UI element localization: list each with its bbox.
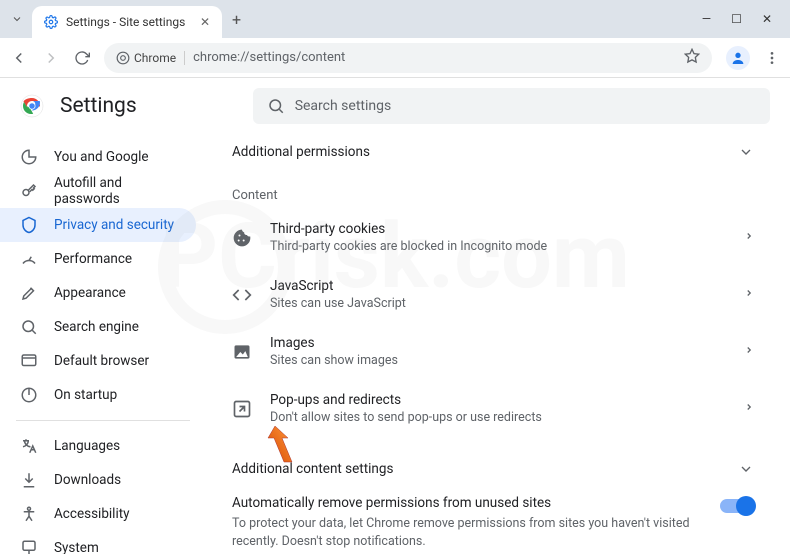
row-javascript[interactable]: JavaScript Sites can use JavaScript: [218, 266, 768, 323]
sidebar-label: On startup: [54, 387, 117, 403]
sidebar-item-you-and-google[interactable]: You and Google: [0, 140, 196, 174]
search-settings-input[interactable]: Search settings: [253, 88, 770, 124]
popup-icon: [232, 399, 252, 419]
sidebar-label: System: [54, 540, 99, 554]
sidebar-item-search-engine[interactable]: Search engine: [0, 310, 196, 344]
sidebar-label: Search engine: [54, 319, 139, 335]
search-placeholder: Search settings: [295, 98, 392, 114]
sidebar-item-on-startup[interactable]: On startup: [0, 378, 196, 412]
row-title: Pop-ups and redirects: [270, 392, 726, 408]
sidebar-item-performance[interactable]: Performance: [0, 242, 196, 276]
sidebar-label: You and Google: [54, 149, 149, 165]
menu-icon[interactable]: [764, 50, 780, 66]
sidebar-item-accessibility[interactable]: Accessibility: [0, 497, 196, 531]
chevron-right-icon: [744, 285, 754, 304]
chevron-down-icon: [738, 461, 754, 477]
site-chip: Chrome: [116, 51, 185, 65]
sidebar-label: Languages: [54, 438, 120, 454]
row-title: Images: [270, 335, 726, 351]
row-subtitle: Third-party cookies are blocked in Incog…: [270, 239, 726, 254]
content-area[interactable]: Additional permissions Content Third-par…: [206, 134, 790, 554]
sidebar-divider: [16, 420, 190, 421]
chrome-logo-icon: [20, 94, 44, 118]
code-icon: [232, 285, 252, 305]
content-heading: Content: [218, 170, 768, 209]
sidebar-label: Downloads: [54, 472, 121, 488]
row-subtitle: To protect your data, let Chrome remove …: [232, 515, 706, 550]
reload-icon[interactable]: [74, 50, 90, 66]
profile-avatar[interactable]: [726, 46, 750, 70]
sidebar: You and Google Autofill and passwords Pr…: [0, 134, 206, 554]
row-images[interactable]: Images Sites can show images: [218, 323, 768, 380]
row-title: Third-party cookies: [270, 221, 726, 237]
row-subtitle: Sites can use JavaScript: [270, 296, 726, 311]
sidebar-label: Default browser: [54, 353, 149, 369]
row-third-party-cookies[interactable]: Third-party cookies Third-party cookies a…: [218, 209, 768, 266]
additional-permissions-row[interactable]: Additional permissions: [218, 134, 768, 170]
page-title: Settings: [60, 94, 137, 118]
sidebar-item-system[interactable]: System: [0, 531, 196, 554]
sidebar-item-appearance[interactable]: Appearance: [0, 276, 196, 310]
tab-title: Settings - Site settings: [66, 15, 192, 29]
url-text: chrome://settings/content: [193, 50, 345, 65]
row-subtitle: Don't allow sites to send pop-ups or use…: [270, 410, 726, 425]
auto-remove-toggle[interactable]: [720, 499, 754, 513]
row-subtitle: Sites can show images: [270, 353, 726, 368]
chrome-icon: [116, 51, 130, 65]
minimize-icon[interactable]: —: [702, 12, 711, 26]
chip-label: Chrome: [134, 51, 176, 65]
chevron-right-icon: [744, 228, 754, 247]
sidebar-label: Privacy and security: [54, 217, 174, 233]
search-icon: [267, 97, 285, 115]
chevron-right-icon: [744, 342, 754, 361]
chevron-right-icon: [744, 399, 754, 418]
bookmark-icon[interactable]: [684, 48, 700, 68]
address-bar[interactable]: Chrome chrome://settings/content: [104, 43, 712, 73]
close-window-icon[interactable]: ✕: [762, 12, 772, 26]
image-icon: [232, 342, 252, 362]
forward-icon: [42, 49, 60, 67]
sidebar-label: Accessibility: [54, 506, 130, 522]
close-tab-icon[interactable]: ✕: [200, 15, 210, 29]
new-tab-button[interactable]: +: [232, 10, 241, 29]
row-label: Additional permissions: [232, 144, 370, 160]
settings-header: Settings Search settings: [0, 78, 790, 134]
gear-icon: [44, 15, 58, 29]
row-title: Automatically remove permissions from un…: [232, 495, 706, 511]
browser-tab[interactable]: Settings - Site settings ✕: [32, 6, 222, 38]
sidebar-item-downloads[interactable]: Downloads: [0, 463, 196, 497]
sidebar-item-autofill[interactable]: Autofill and passwords: [0, 174, 196, 208]
maximize-icon[interactable]: ☐: [731, 12, 742, 26]
browser-toolbar: Chrome chrome://settings/content: [0, 38, 790, 78]
back-icon[interactable]: [10, 49, 28, 67]
row-title: JavaScript: [270, 278, 726, 294]
row-label: Additional content settings: [232, 461, 393, 477]
row-popups-redirects[interactable]: Pop-ups and redirects Don't allow sites t…: [218, 380, 768, 437]
auto-remove-permissions-row: Automatically remove permissions from un…: [218, 487, 768, 554]
sidebar-item-default-browser[interactable]: Default browser: [0, 344, 196, 378]
tab-dropdown-icon[interactable]: [8, 10, 26, 28]
cookie-icon: [232, 228, 252, 248]
sidebar-item-privacy-security[interactable]: Privacy and security: [0, 208, 196, 242]
window-titlebar: Settings - Site settings ✕ + — ☐ ✕: [0, 0, 790, 38]
additional-content-settings-row[interactable]: Additional content settings: [218, 451, 768, 487]
sidebar-label: Performance: [54, 251, 132, 267]
sidebar-label: Appearance: [54, 285, 126, 301]
sidebar-item-languages[interactable]: Languages: [0, 429, 196, 463]
sidebar-label: Autofill and passwords: [54, 175, 176, 207]
chevron-down-icon: [738, 144, 754, 160]
